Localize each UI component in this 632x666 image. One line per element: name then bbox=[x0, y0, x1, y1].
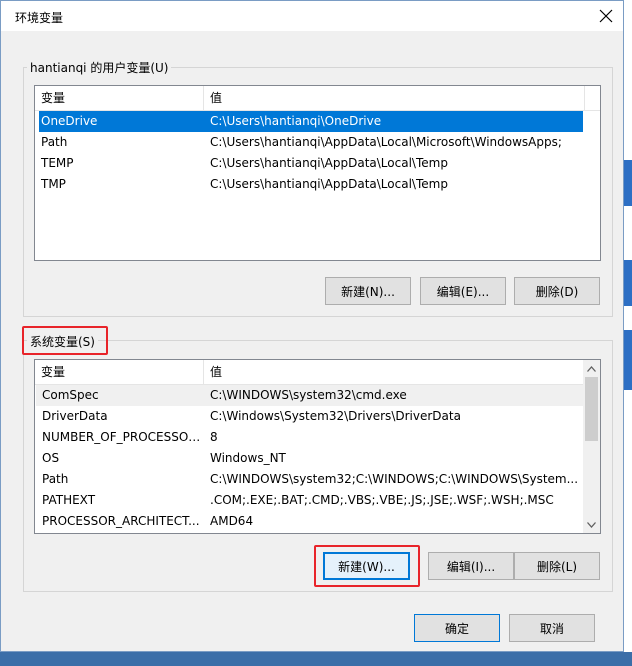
var-name: OneDrive bbox=[41, 114, 98, 128]
var-value: C:\Users\hantianqi\OneDrive bbox=[210, 114, 382, 128]
list-header: 变量 值 bbox=[35, 360, 583, 385]
column-header-variable[interactable]: 变量 bbox=[35, 360, 203, 384]
var-name: PATHEXT bbox=[42, 493, 96, 507]
system-new-button[interactable]: 新建(W)... bbox=[323, 552, 410, 580]
taskbar-fragment bbox=[0, 652, 632, 666]
var-name: TMP bbox=[41, 177, 66, 191]
background-window-fragment bbox=[624, 160, 632, 206]
user-edit-button[interactable]: 编辑(E)... bbox=[420, 277, 506, 305]
var-name: OS bbox=[42, 451, 60, 465]
scroll-thumb[interactable] bbox=[585, 377, 598, 441]
system-variables-list[interactable]: 变量 值 ComSpec C:\WINDOWS\system32\cmd.exe… bbox=[34, 359, 601, 534]
var-value: C:\WINDOWS\system32;C:\WINDOWS;C:\WINDOW… bbox=[210, 472, 579, 486]
system-delete-button[interactable]: 删除(L) bbox=[514, 552, 600, 580]
ok-button[interactable]: 确定 bbox=[414, 614, 500, 642]
var-value: 8 bbox=[210, 430, 218, 444]
system-var-row-processor-architecture[interactable]: PROCESSOR_ARCHITECT... AMD64 bbox=[36, 511, 583, 532]
var-name: DriverData bbox=[42, 409, 108, 423]
user-delete-button[interactable]: 删除(D) bbox=[514, 277, 600, 305]
close-icon bbox=[599, 9, 613, 23]
user-variables-list[interactable]: 变量 值 OneDrive C:\Users\hantianqi\OneDriv… bbox=[34, 85, 601, 261]
scroll-up-arrow[interactable] bbox=[583, 360, 600, 377]
user-var-row-tmp[interactable]: TMP C:\Users\hantianqi\AppData\Local\Tem… bbox=[39, 174, 583, 195]
system-variables-label: 系统变量(S) bbox=[27, 333, 98, 350]
user-variables-label: hantianqi 的用户变量(U) bbox=[27, 59, 172, 76]
chevron-up-icon bbox=[587, 365, 596, 372]
close-button[interactable] bbox=[589, 1, 623, 31]
environment-variables-dialog: 环境变量 hantianqi 的用户变量(U) 变量 值 OneDrive C:… bbox=[0, 0, 624, 652]
system-var-row-number-of-processors[interactable]: NUMBER_OF_PROCESSORS 8 bbox=[36, 427, 583, 448]
system-var-row-driverdata[interactable]: DriverData C:\Windows\System32\Drivers\D… bbox=[36, 406, 583, 427]
var-name: PROCESSOR_ARCHITECT... bbox=[42, 514, 200, 528]
title-bar: 环境变量 bbox=[1, 1, 623, 31]
background-window-fragment bbox=[624, 330, 632, 390]
column-header-value[interactable]: 值 bbox=[204, 86, 584, 110]
system-var-row-os[interactable]: OS Windows_NT bbox=[36, 448, 583, 469]
var-name: Path bbox=[41, 135, 68, 149]
background-window-fragment bbox=[624, 260, 632, 306]
scroll-down-arrow[interactable] bbox=[583, 516, 600, 533]
system-var-row-path[interactable]: Path C:\WINDOWS\system32;C:\WINDOWS;C:\W… bbox=[36, 469, 583, 490]
var-name: NUMBER_OF_PROCESSORS bbox=[42, 430, 204, 444]
system-var-row-pathext[interactable]: PATHEXT .COM;.EXE;.BAT;.CMD;.VBS;.VBE;.J… bbox=[36, 490, 583, 511]
user-var-row-path[interactable]: Path C:\Users\hantianqi\AppData\Local\Mi… bbox=[39, 132, 583, 153]
chevron-down-icon bbox=[587, 521, 596, 528]
var-name: TEMP bbox=[41, 156, 74, 170]
var-value: C:\Windows\System32\Drivers\DriverData bbox=[210, 409, 461, 423]
var-name: ComSpec bbox=[42, 388, 99, 402]
cancel-button[interactable]: 取消 bbox=[509, 614, 595, 642]
system-edit-button[interactable]: 编辑(I)... bbox=[428, 552, 514, 580]
system-var-row-comspec[interactable]: ComSpec C:\WINDOWS\system32\cmd.exe bbox=[36, 385, 583, 406]
var-value: .COM;.EXE;.BAT;.CMD;.VBS;.VBE;.JS;.JSE;.… bbox=[210, 493, 554, 507]
var-value: C:\WINDOWS\system32\cmd.exe bbox=[210, 388, 407, 402]
var-value: AMD64 bbox=[210, 514, 254, 528]
var-value: C:\Users\hantianqi\AppData\Local\Microso… bbox=[210, 135, 562, 149]
var-name: Path bbox=[42, 472, 69, 486]
var-value: C:\Users\hantianqi\AppData\Local\Temp bbox=[210, 156, 448, 170]
var-value: Windows_NT bbox=[210, 451, 286, 465]
user-new-button[interactable]: 新建(N)... bbox=[325, 277, 411, 305]
column-header-value[interactable]: 值 bbox=[204, 360, 574, 384]
system-list-scrollbar[interactable] bbox=[583, 360, 600, 533]
user-var-row-temp[interactable]: TEMP C:\Users\hantianqi\AppData\Local\Te… bbox=[39, 153, 583, 174]
var-value: C:\Users\hantianqi\AppData\Local\Temp bbox=[210, 177, 448, 191]
dialog-title: 环境变量 bbox=[15, 11, 64, 25]
user-var-row-onedrive[interactable]: OneDrive C:\Users\hantianqi\OneDrive bbox=[39, 111, 583, 132]
list-header: 变量 值 bbox=[35, 86, 600, 111]
column-header-variable[interactable]: 变量 bbox=[35, 86, 203, 110]
